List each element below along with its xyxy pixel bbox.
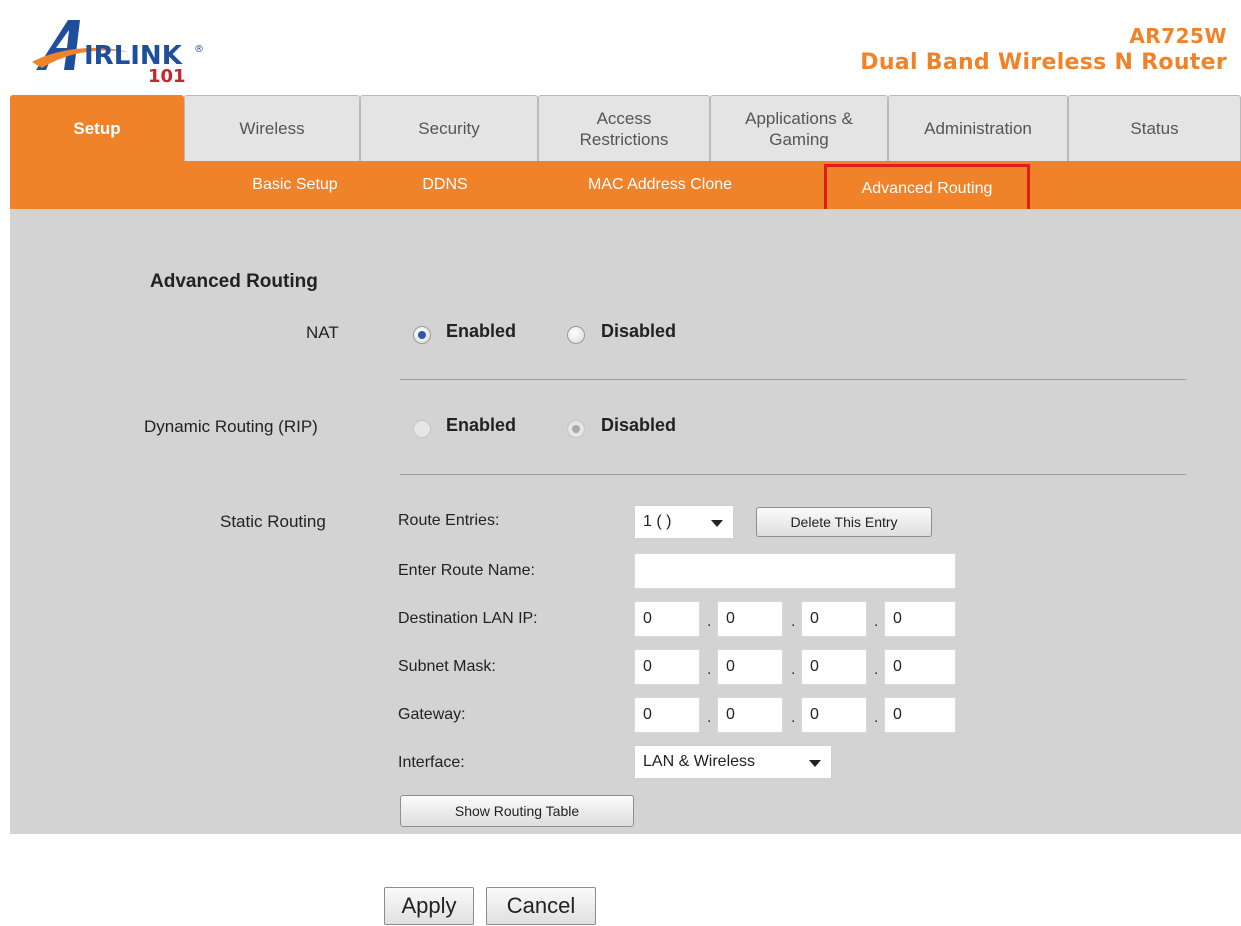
route-entries-value: 1 ( ) xyxy=(643,513,672,530)
divider xyxy=(400,474,1186,475)
tab-administration[interactable]: Administration xyxy=(888,95,1068,161)
svg-text:®: ® xyxy=(194,44,204,55)
gateway-octet-3[interactable]: 0 xyxy=(801,697,867,733)
airlink-logo: IRLINK ® 101 xyxy=(28,12,228,92)
delete-entry-button[interactable]: Delete This Entry xyxy=(756,507,932,537)
gateway-octet-2[interactable]: 0 xyxy=(717,697,783,733)
interface-label: Interface: xyxy=(398,754,465,771)
nat-label: NAT xyxy=(306,323,339,342)
ip-dot: . xyxy=(791,709,796,726)
divider xyxy=(400,379,1186,380)
subnet-mask-octet-1[interactable]: 0 xyxy=(634,649,700,685)
gateway-octet-1[interactable]: 0 xyxy=(634,697,700,733)
rip-disabled-radio[interactable] xyxy=(567,420,585,438)
rip-enabled-radio[interactable] xyxy=(413,420,431,438)
ip-dot: . xyxy=(707,709,712,726)
apply-button[interactable]: Apply xyxy=(384,887,474,925)
sub-navigation: Basic Setup DDNS MAC Address Clone Advan… xyxy=(10,161,1241,214)
chevron-down-icon xyxy=(809,760,821,767)
chevron-down-icon xyxy=(711,520,723,527)
subnav-basic-setup[interactable]: Basic Setup xyxy=(225,161,365,209)
model-header: AR725W Dual Band Wireless N Router xyxy=(860,24,1227,75)
section-title: Advanced Routing xyxy=(150,271,318,292)
tab-security[interactable]: Security xyxy=(360,95,538,161)
ip-dot: . xyxy=(874,661,879,678)
nat-enabled-radio[interactable] xyxy=(413,326,431,344)
nat-disabled-radio[interactable] xyxy=(567,326,585,344)
main-tabs: Setup Wireless Security Access Restricti… xyxy=(10,95,1241,161)
subnav-ddns[interactable]: DDNS xyxy=(405,161,485,209)
ip-dot: . xyxy=(874,613,879,630)
cancel-button[interactable]: Cancel xyxy=(486,887,596,925)
tab-setup[interactable]: Setup xyxy=(10,95,184,161)
airlink-logo-graphic: IRLINK ® 101 xyxy=(32,20,204,87)
gateway-label: Gateway: xyxy=(398,706,466,723)
destination-ip-octet-3[interactable]: 0 xyxy=(801,601,867,637)
route-entries-select[interactable]: 1 ( ) xyxy=(634,505,734,539)
nat-disabled-label: Disabled xyxy=(601,321,677,341)
content-panel: Advanced Routing NAT Enabled Disabled Dy… xyxy=(10,209,1241,834)
destination-ip-octet-4[interactable]: 0 xyxy=(884,601,956,637)
subnet-mask-octet-4[interactable]: 0 xyxy=(884,649,956,685)
rip-label: Dynamic Routing (RIP) xyxy=(144,417,318,436)
tab-access-restrictions[interactable]: Access Restrictions xyxy=(538,95,710,161)
ip-dot: . xyxy=(707,661,712,678)
interface-select[interactable]: LAN & Wireless xyxy=(634,745,832,779)
ip-dot: . xyxy=(791,613,796,630)
model-number: AR725W xyxy=(1129,24,1227,48)
ip-dot: . xyxy=(874,709,879,726)
destination-ip-label: Destination LAN IP: xyxy=(398,610,538,627)
subnav-advanced-routing[interactable]: Advanced Routing xyxy=(824,164,1030,214)
subnet-mask-octet-3[interactable]: 0 xyxy=(801,649,867,685)
svg-text:101: 101 xyxy=(148,66,186,87)
interface-value: LAN & Wireless xyxy=(643,753,756,770)
route-entries-label: Route Entries: xyxy=(398,512,500,529)
rip-disabled-label: Disabled xyxy=(601,415,677,435)
subnav-mac-address-clone[interactable]: MAC Address Clone xyxy=(555,161,765,209)
ip-dot: . xyxy=(707,613,712,630)
subnet-mask-label: Subnet Mask: xyxy=(398,658,496,675)
route-name-input[interactable] xyxy=(634,553,956,589)
product-name: Dual Band Wireless N Router xyxy=(860,50,1227,75)
ip-dot: . xyxy=(791,661,796,678)
gateway-octet-4[interactable]: 0 xyxy=(884,697,956,733)
tab-status[interactable]: Status xyxy=(1068,95,1241,161)
destination-ip-octet-2[interactable]: 0 xyxy=(717,601,783,637)
route-name-label: Enter Route Name: xyxy=(398,562,535,579)
static-routing-label: Static Routing xyxy=(220,512,326,531)
rip-enabled-label: Enabled xyxy=(446,415,517,435)
tab-wireless[interactable]: Wireless xyxy=(184,95,360,161)
tab-applications-gaming[interactable]: Applications & Gaming xyxy=(710,95,888,161)
subnet-mask-octet-2[interactable]: 0 xyxy=(717,649,783,685)
destination-ip-octet-1[interactable]: 0 xyxy=(634,601,700,637)
show-routing-table-button[interactable]: Show Routing Table xyxy=(400,795,634,827)
nat-enabled-label: Enabled xyxy=(446,321,517,341)
